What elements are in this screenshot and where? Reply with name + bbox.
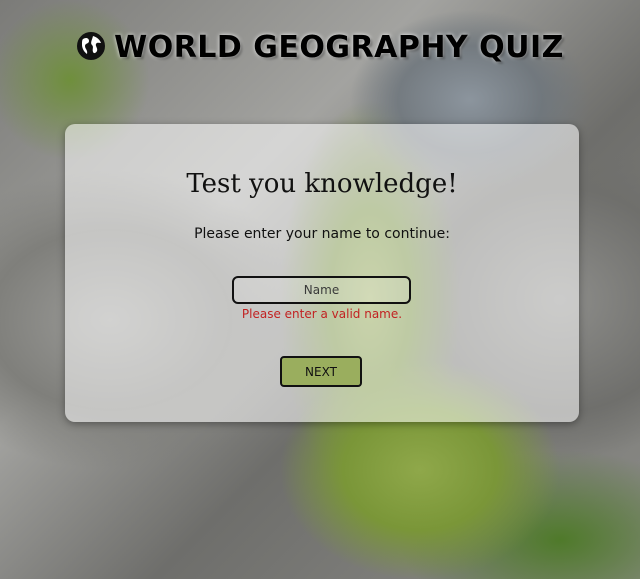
app-title-text: WORLD GEOGRAPHY QUIZ xyxy=(114,30,564,65)
app-title: WORLD GEOGRAPHY QUIZ xyxy=(0,30,640,69)
quiz-start-card: Test you knowledge! Please enter your na… xyxy=(65,124,579,422)
name-error-message: Please enter a valid name. xyxy=(241,307,403,321)
name-prompt: Please enter your name to continue: xyxy=(194,226,450,242)
card-heading: Test you knowledge! xyxy=(186,169,458,199)
name-input[interactable] xyxy=(232,276,411,304)
next-button[interactable]: NEXT xyxy=(280,356,362,387)
globe-icon xyxy=(76,31,106,69)
